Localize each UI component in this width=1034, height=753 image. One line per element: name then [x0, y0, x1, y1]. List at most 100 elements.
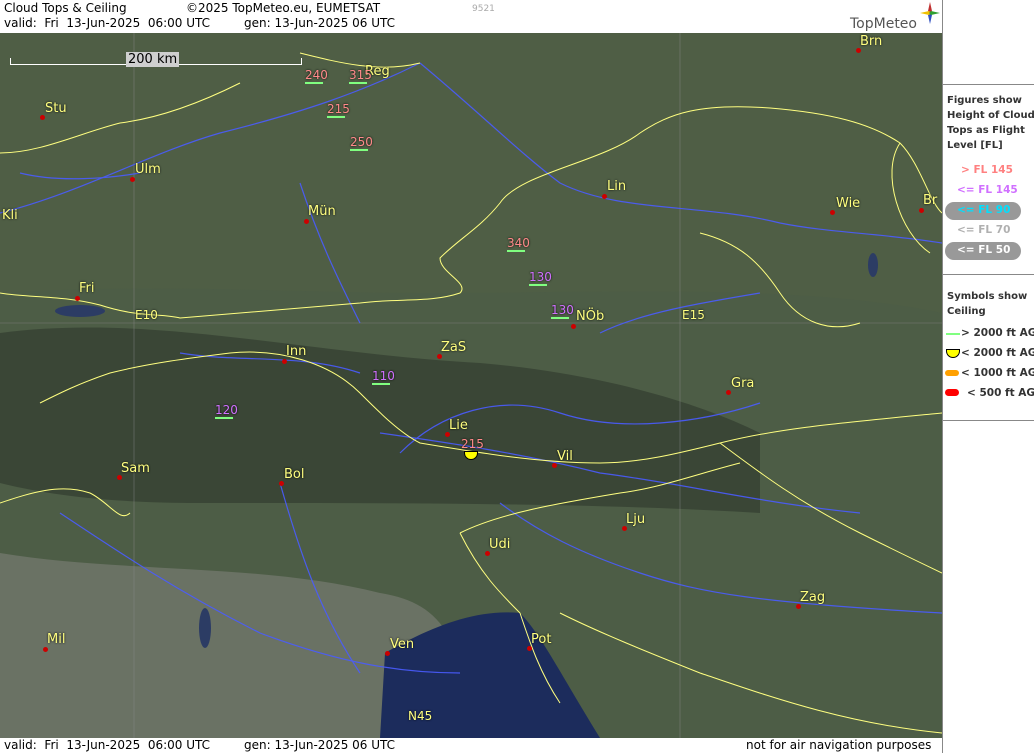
city-label-stu: Stu [45, 101, 67, 116]
city-marker [919, 208, 924, 213]
ceiling-below-2000-icon [946, 349, 960, 358]
city-label-lju: Lju [626, 512, 646, 527]
flight-level-value: 240 [305, 68, 328, 82]
city-label-wie: Wie [836, 196, 861, 211]
copyright-text: ©2025 TopMeteo.eu, EUMETSAT [186, 1, 381, 15]
flight-level-value: 130 [551, 303, 574, 317]
topmeteo-logo: TopMeteo [850, 16, 917, 32]
ceiling-legend: Symbols show Ceiling > 2000 ft AGL < 200… [943, 274, 1034, 421]
ceiling-symbol [349, 82, 367, 84]
flight-level-label: 130 [529, 270, 552, 286]
ceiling-symbol [305, 82, 323, 84]
city-marker [130, 177, 135, 182]
ceiling-symbol [350, 149, 368, 151]
ceiling-symbol [529, 284, 547, 286]
flight-level-label: 120 [215, 403, 238, 419]
city-label-fri: Fri [79, 281, 95, 296]
city-label-kli: Kli [2, 208, 18, 223]
flight-level-value: 215 [461, 437, 484, 451]
compass-logo-icon [920, 2, 940, 24]
city-marker [602, 194, 607, 199]
generation-time: gen: 13-Jun-2025 06 UTC [244, 16, 396, 30]
legend-title-line: Ceiling [947, 306, 986, 317]
flight-level-value: 110 [372, 369, 395, 383]
flight-level-label: 315 [349, 68, 372, 84]
legend-level: <= FL 50 [957, 244, 1011, 256]
city-label-ulm: Ulm [135, 162, 161, 177]
ceiling-below-500-icon [945, 389, 959, 396]
city-marker [571, 324, 576, 329]
city-marker [75, 296, 80, 301]
legend-level: <= FL 145 [957, 184, 1018, 196]
coord-label: E10 [135, 308, 158, 322]
valid-time: valid: Fri 13-Jun-2025 06:00 UTC [4, 16, 211, 30]
footer-generation-time: gen: 13-Jun-2025 06 UTC [244, 738, 396, 752]
map-code: 9521 [472, 4, 495, 14]
ceiling-above-2000-icon [946, 333, 960, 335]
map-title: Cloud Tops & Ceiling [4, 1, 127, 15]
legend-symbol: < 500 ft AGL [967, 387, 1034, 399]
ceiling-symbol [372, 383, 390, 385]
footer-valid-time: valid: Fri 13-Jun-2025 06:00 UTC [4, 738, 211, 752]
flight-level-label: 110 [372, 369, 395, 385]
city-label-ven: Ven [390, 637, 415, 652]
legend-title-line: Figures show [947, 95, 1022, 106]
flight-level-label: 250 [350, 135, 373, 151]
city-marker [43, 647, 48, 652]
satellite-map[interactable]: 200 km E10 E15 N45 Brn Reg Stu Ulm Lin W… [0, 33, 942, 738]
ceiling-symbol [551, 317, 569, 319]
coord-label: E15 [682, 308, 705, 322]
legend-panel: Figures show Height of Cloud Tops as Fli… [942, 0, 1034, 753]
legend-symbol: > 2000 ft AGL [961, 327, 1034, 339]
city-marker [304, 219, 309, 224]
city-label-nob: NÖb [576, 309, 605, 324]
flight-level-legend: Figures show Height of Cloud Tops as Fli… [943, 84, 1034, 275]
legend-symbol: < 1000 ft AGL [961, 367, 1034, 379]
flight-level-value: 250 [350, 135, 373, 149]
city-label-zas: ZaS [441, 340, 467, 355]
city-label-lie: Lie [449, 418, 468, 433]
legend-title-line: Level [FL] [947, 140, 1003, 151]
flight-level-label: 340 [507, 236, 530, 252]
flight-level-label: 130 [551, 303, 574, 319]
legend-level: <= FL 70 [957, 224, 1011, 236]
city-label-mun: Mün [308, 204, 336, 219]
ceiling-symbol [327, 116, 345, 118]
flight-level-value: 215 [327, 102, 350, 116]
legend-title-line: Tops as Flight [947, 125, 1025, 136]
city-label-brn: Brn [860, 34, 883, 49]
city-label-mil: Mil [47, 632, 66, 647]
flight-level-value: 130 [529, 270, 552, 284]
city-label-sam: Sam [121, 461, 150, 476]
coord-label: N45 [408, 709, 433, 723]
disclaimer-text: not for air navigation purposes [746, 738, 932, 752]
ceiling-symbol [507, 250, 525, 252]
flight-level-label: 215 [461, 437, 484, 451]
map-footer: valid: Fri 13-Jun-2025 06:00 UTC gen: 13… [0, 738, 942, 753]
flight-level-label: 240 [305, 68, 328, 84]
city-marker [282, 359, 287, 364]
legend-title-line: Symbols show [947, 291, 1028, 302]
city-label-udi: Udi [489, 537, 511, 552]
legend-level: > FL 145 [961, 164, 1013, 176]
city-label-vil: Vil [557, 449, 573, 464]
ceiling-below-1000-icon [945, 370, 959, 376]
city-label-bol: Bol [284, 467, 305, 482]
ceiling-symbol [215, 417, 233, 419]
city-label-gra: Gra [731, 376, 755, 391]
flight-level-label: 215 [327, 102, 350, 118]
map-background [0, 33, 942, 738]
city-label-br: Br [923, 193, 938, 208]
legend-level: <= FL 90 [957, 204, 1011, 216]
map-header: Cloud Tops & Ceiling ©2025 TopMeteo.eu, … [0, 0, 942, 33]
scale-label: 200 km [126, 52, 180, 67]
flight-level-value: 315 [349, 68, 372, 82]
city-label-inn: Inn [286, 344, 307, 359]
legend-symbol: < 2000 ft AGL [961, 347, 1034, 359]
legend-title-line: Height of Cloud [947, 110, 1034, 121]
city-marker [830, 210, 835, 215]
city-label-zag: Zag [800, 590, 826, 605]
flight-level-value: 340 [507, 236, 530, 250]
city-label-lin: Lin [607, 179, 627, 194]
city-label-pot: Pot [531, 632, 552, 647]
